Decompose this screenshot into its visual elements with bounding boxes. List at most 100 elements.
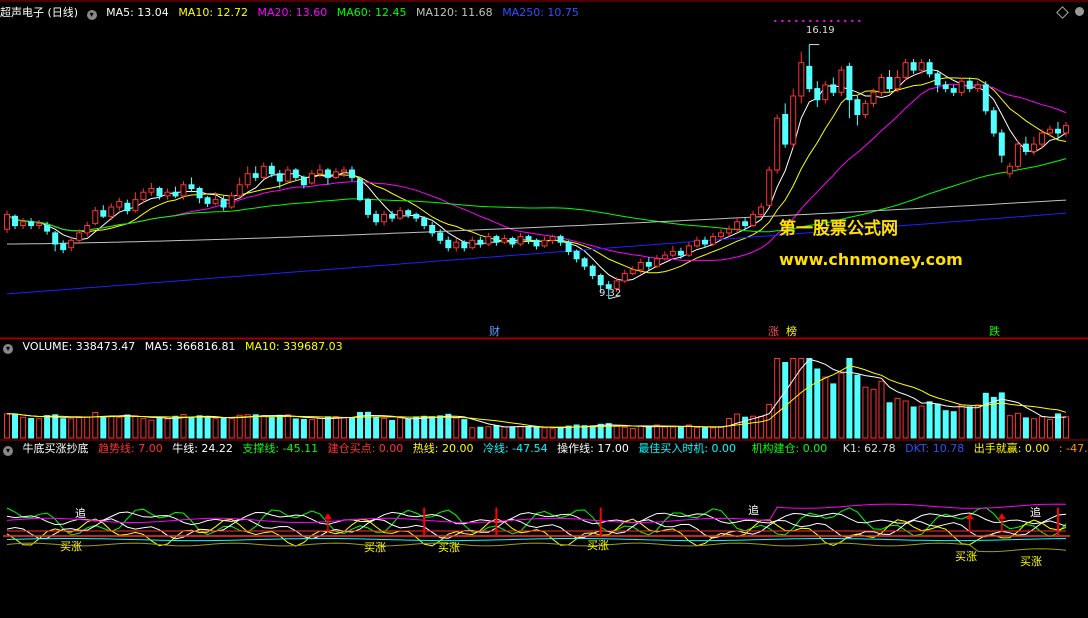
- high-marker-dot: [802, 20, 805, 22]
- candle-body: [1047, 128, 1053, 134]
- high-marker-dot: [858, 20, 861, 22]
- volume-bar: [886, 402, 893, 439]
- high-marker-dot: [823, 20, 826, 22]
- candle-body: [397, 210, 404, 219]
- candle-body: [1022, 143, 1029, 153]
- high-price-label: 16.19: [806, 25, 835, 36]
- candle-body: [413, 213, 420, 219]
- candle: [477, 236, 484, 248]
- candle: [1014, 140, 1021, 170]
- candle-body: [1014, 143, 1021, 167]
- buy-signal-label: 买涨: [364, 541, 386, 554]
- volume-bar: [108, 415, 115, 439]
- candle: [349, 166, 355, 182]
- volume-ma5-value: MA5: 366816.81: [144, 340, 236, 353]
- volume-bar: [437, 415, 444, 439]
- chevron-down-icon[interactable]: ▾: [3, 446, 13, 456]
- candle: [68, 236, 75, 252]
- event-marker-cai[interactable]: 财: [489, 323, 500, 339]
- volume-bar: [629, 428, 636, 439]
- volume-bar: [429, 416, 436, 439]
- candle: [990, 107, 997, 137]
- volume-bar: [341, 417, 347, 439]
- candle: [718, 229, 724, 241]
- volume-bar: [164, 418, 171, 439]
- volume-bar: [228, 418, 235, 439]
- hot-line: [6, 518, 1067, 547]
- volume-bar: [413, 416, 420, 439]
- extra-value: : -47.5: [1058, 442, 1088, 455]
- candle: [862, 99, 869, 119]
- candle: [324, 168, 331, 185]
- candle: [469, 236, 476, 250]
- event-marker-die[interactable]: 跌: [989, 323, 1000, 339]
- candle-body: [236, 184, 243, 197]
- candle-body: [814, 88, 821, 101]
- candle-body: [28, 221, 35, 227]
- volume-bar: [381, 417, 388, 439]
- candle: [124, 199, 131, 215]
- candle-body: [774, 117, 781, 171]
- candle-body: [838, 69, 845, 93]
- ma60-value: MA60: 12.45: [336, 6, 407, 19]
- chevron-down-icon[interactable]: ▾: [3, 344, 13, 354]
- volume-bar: [52, 414, 59, 439]
- candle-body: [734, 221, 741, 230]
- candle: [766, 166, 773, 207]
- candle: [557, 234, 564, 246]
- candle: [814, 81, 821, 108]
- candle-body: [702, 239, 708, 245]
- candle: [830, 77, 837, 96]
- candle-body: [365, 199, 371, 215]
- volume-bar: [549, 428, 556, 439]
- high-marker-dot: [851, 20, 854, 22]
- volume-bar: [822, 376, 829, 439]
- candle: [292, 168, 299, 182]
- candle: [188, 177, 195, 193]
- buy-signal-label: 买涨: [1020, 555, 1042, 568]
- volume-bar: [60, 418, 67, 439]
- candle: [750, 210, 757, 228]
- volume-bar: [758, 415, 765, 439]
- chase-signal-label: 追: [748, 504, 759, 517]
- volume-bar: [1063, 416, 1069, 439]
- event-marker-bang[interactable]: 榜: [786, 323, 797, 339]
- volume-bar: [405, 419, 412, 439]
- candle-body: [357, 178, 363, 201]
- candle-body: [694, 239, 700, 247]
- volume-bar: [124, 414, 131, 439]
- candle-body: [557, 236, 564, 243]
- candle-body: [525, 236, 532, 241]
- candle-body: [124, 202, 131, 212]
- candle-body: [990, 110, 997, 134]
- candle-body: [36, 223, 43, 226]
- volume-bar: [20, 416, 27, 439]
- volume-bar: [1047, 418, 1053, 439]
- candle-body: [429, 225, 436, 234]
- candle-body: [477, 239, 484, 245]
- k1-value: K1: 62.78: [842, 442, 896, 455]
- volume-bar: [613, 425, 620, 439]
- hot-line-value: 热线: 20.00: [412, 442, 474, 455]
- chevron-down-icon[interactable]: ▾: [86, 10, 97, 20]
- volume-bar: [1030, 418, 1037, 439]
- volume-bar: [1022, 417, 1029, 439]
- candle-body: [140, 191, 147, 201]
- candle-body: [252, 173, 259, 178]
- candle-body: [726, 228, 733, 234]
- candle: [1030, 136, 1037, 156]
- candle: [421, 216, 428, 230]
- candle-body: [541, 239, 548, 247]
- dot-icon[interactable]: [1075, 7, 1084, 16]
- volume-bar: [485, 426, 492, 439]
- candle-body: [661, 254, 668, 260]
- candle-body: [517, 236, 524, 245]
- candle: [52, 231, 59, 252]
- watermark-url[interactable]: www.chnmoney.com: [779, 250, 963, 269]
- candle-body: [1055, 128, 1061, 134]
- event-marker-zhang[interactable]: 涨: [768, 323, 779, 339]
- volume-bar: [252, 414, 259, 439]
- bull-line-value: 牛线: 24.22: [172, 442, 233, 455]
- candle: [894, 70, 901, 93]
- volume-bar: [581, 425, 588, 439]
